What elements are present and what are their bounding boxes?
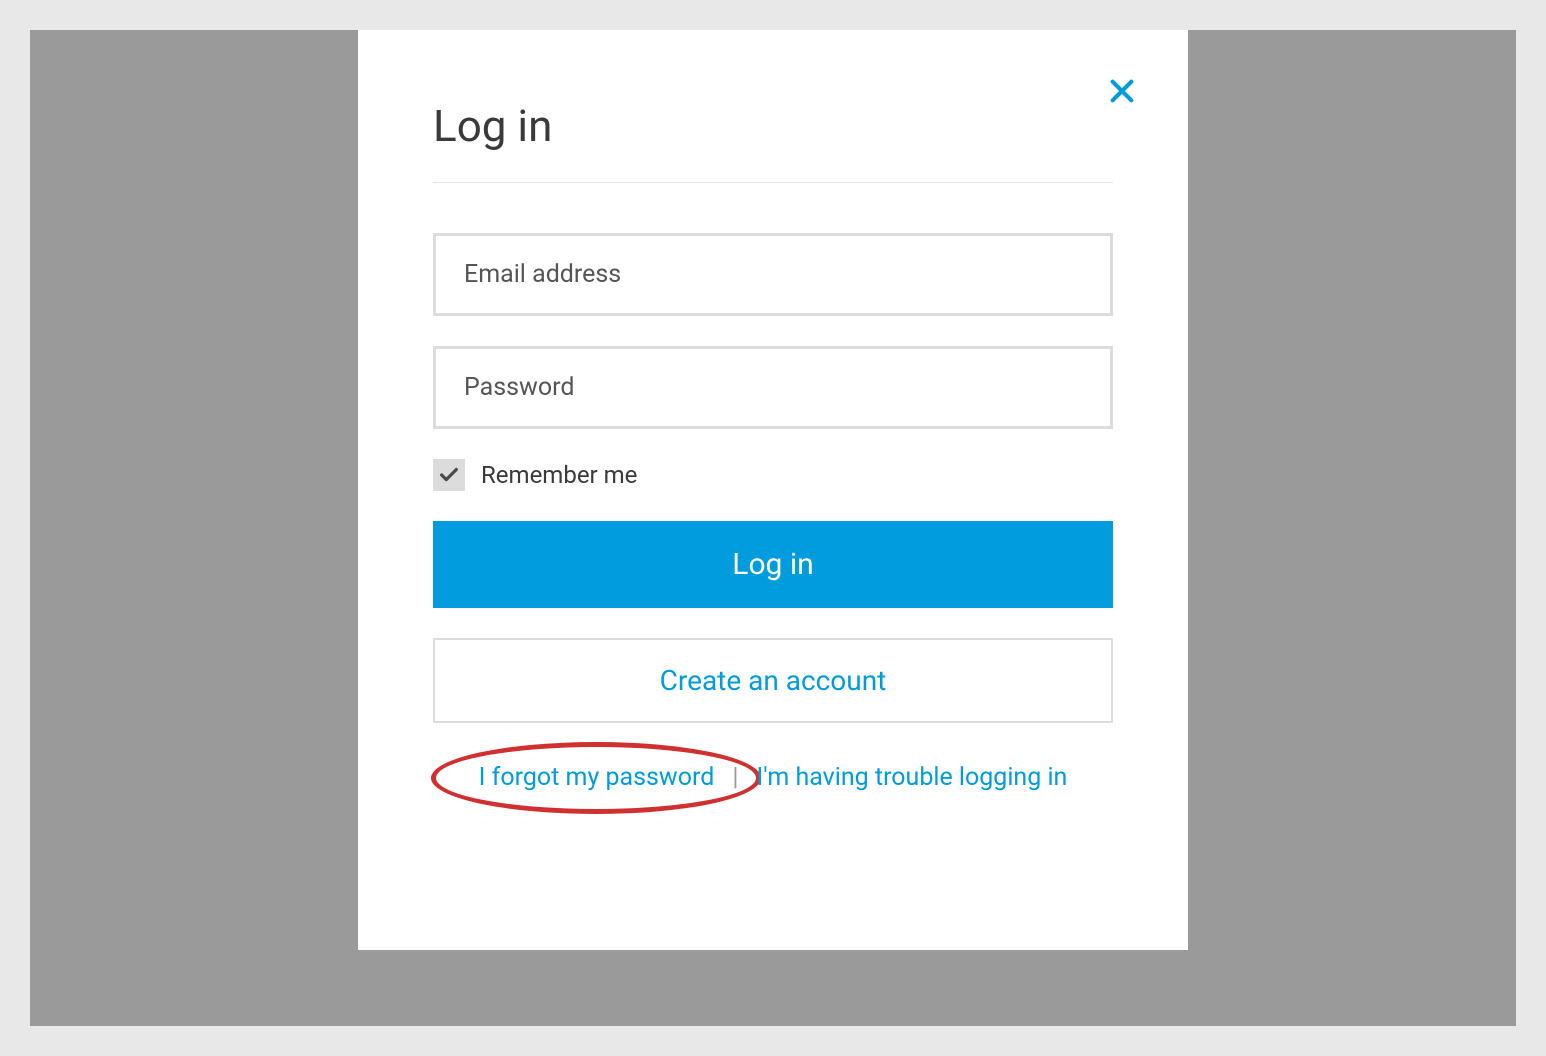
link-separator: |: [732, 763, 738, 792]
remember-me-checkbox[interactable]: [433, 459, 465, 491]
remember-me-wrapper: Remember me: [433, 459, 1113, 491]
check-icon: [438, 464, 460, 486]
password-input[interactable]: [433, 346, 1113, 429]
trouble-logging-in-link[interactable]: I'm having trouble logging in: [756, 763, 1067, 792]
login-button[interactable]: Log in: [433, 521, 1113, 608]
forgot-password-link[interactable]: I forgot my password: [479, 763, 715, 792]
close-button[interactable]: [1106, 75, 1138, 107]
login-modal: Log in Remember me Log in Create an acco…: [358, 30, 1188, 950]
email-input[interactable]: [433, 233, 1113, 316]
forgot-password-wrapper: I forgot my password: [479, 763, 715, 792]
close-icon: [1108, 77, 1136, 105]
modal-title: Log in: [433, 100, 1113, 152]
divider: [433, 182, 1113, 183]
page-background: Log in Remember me Log in Create an acco…: [30, 30, 1516, 1026]
help-links-row: I forgot my password | I'm having troubl…: [433, 763, 1113, 792]
remember-me-label[interactable]: Remember me: [481, 461, 637, 489]
create-account-button[interactable]: Create an account: [433, 638, 1113, 723]
